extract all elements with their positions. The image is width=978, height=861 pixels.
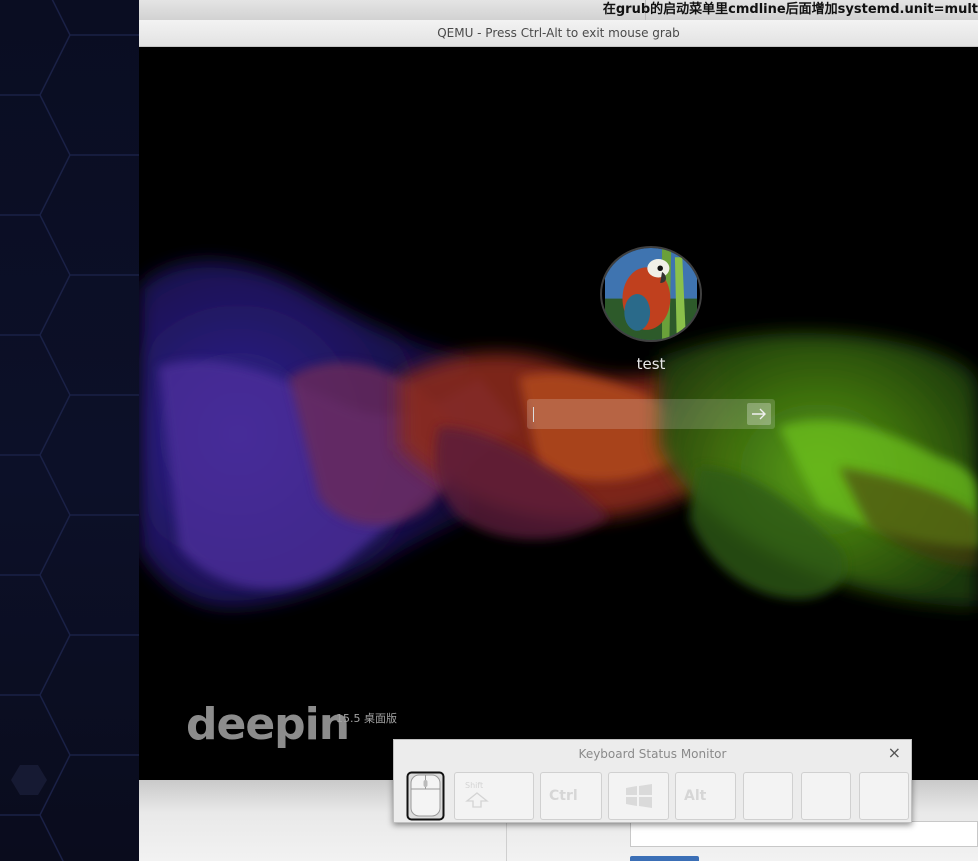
shift-label: Shift xyxy=(465,781,484,790)
host-desktop-wallpaper xyxy=(0,0,139,861)
windows-logo-icon xyxy=(626,784,652,808)
hexagon-pattern xyxy=(0,0,139,861)
qemu-window[interactable]: QEMU - Press Ctrl-Alt to exit mouse grab xyxy=(139,20,978,780)
key-super xyxy=(608,772,669,820)
host-action-button[interactable] xyxy=(630,856,699,861)
qemu-titlebar[interactable]: QEMU - Press Ctrl-Alt to exit mouse grab xyxy=(139,20,978,47)
mouse-icon xyxy=(406,771,445,821)
version-text: 15.5 桌面版 xyxy=(336,712,397,725)
key-shift: Shift xyxy=(454,772,534,820)
logo-text: deepin xyxy=(186,699,350,750)
hexagon-icon xyxy=(11,765,47,795)
password-box[interactable] xyxy=(527,399,775,429)
key-blank-2 xyxy=(801,772,851,820)
alt-label: Alt xyxy=(684,788,707,804)
login-username: test xyxy=(636,355,666,373)
host-document-title: 在grub的启动菜单里cmdline后面增加systemd.unit=mult xyxy=(602,2,978,17)
text-caret xyxy=(533,407,534,422)
mouse-indicator xyxy=(406,771,445,821)
key-blank-1 xyxy=(743,772,793,820)
parrot-avatar-image xyxy=(605,248,697,340)
shift-arrow-icon xyxy=(465,792,489,808)
qemu-window-title: QEMU - Press Ctrl-Alt to exit mouse grab xyxy=(437,26,680,40)
arrow-right-icon xyxy=(752,408,766,420)
key-alt: Alt xyxy=(675,772,736,820)
guest-login-screen[interactable]: test deepin 15.5 桌面版 xyxy=(139,47,978,780)
password-input[interactable] xyxy=(527,399,741,429)
key-ctrl: Ctrl xyxy=(540,772,602,820)
login-submit-button[interactable] xyxy=(747,403,771,425)
keyboard-status-monitor[interactable]: Keyboard Status Monitor × Shift Ctrl Alt xyxy=(393,739,912,823)
ksm-title: Keyboard Status Monitor xyxy=(578,747,727,761)
close-icon[interactable]: × xyxy=(888,743,901,763)
user-avatar[interactable] xyxy=(600,246,702,342)
host-text-field[interactable] xyxy=(630,821,978,847)
ctrl-label: Ctrl xyxy=(549,788,578,804)
key-blank-3 xyxy=(859,772,909,820)
host-top-bar: 在grub的启动菜单里cmdline后面增加systemd.unit=mult xyxy=(139,0,978,20)
